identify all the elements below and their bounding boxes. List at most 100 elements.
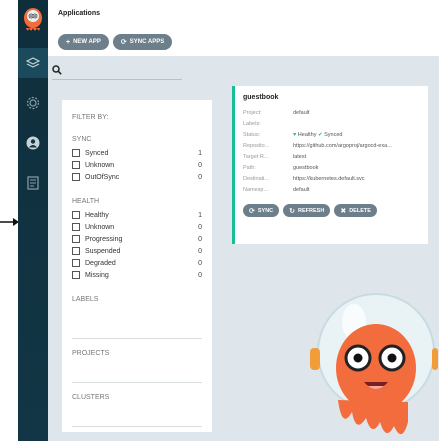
field-value: guestbook bbox=[293, 165, 319, 171]
labels-filter-title: LABELS bbox=[72, 296, 99, 303]
sync-button[interactable]: ⟳ SYNC bbox=[243, 204, 280, 217]
new-app-button[interactable]: + NEW APP bbox=[58, 34, 109, 50]
refresh-label: REFRESH bbox=[298, 207, 325, 214]
checkbox[interactable] bbox=[72, 173, 80, 181]
checkbox[interactable] bbox=[72, 211, 80, 219]
new-app-label: NEW APP bbox=[73, 39, 101, 45]
argo-mascot-illustration bbox=[310, 293, 438, 435]
checkbox[interactable] bbox=[72, 247, 80, 255]
labels-filter-input[interactable] bbox=[72, 338, 202, 339]
sync-status: Synced bbox=[324, 132, 343, 138]
filter-label: Synced bbox=[85, 149, 109, 157]
field-key: Namesp... bbox=[243, 187, 269, 193]
filter-sync-synced[interactable]: Synced 1 bbox=[72, 148, 202, 158]
filter-label: OutOfSync bbox=[85, 173, 120, 181]
filter-label: Degraded bbox=[85, 259, 116, 267]
field-key: Destinati... bbox=[243, 176, 269, 182]
health-filter-title: HEALTH bbox=[72, 198, 100, 205]
filter-count: 0 bbox=[198, 235, 202, 243]
checkbox[interactable] bbox=[72, 259, 80, 267]
app-actions: ⟳ SYNC ↻ REFRESH ✖ DELETE bbox=[243, 204, 377, 217]
filter-panel: FILTER BY: SYNC Synced 1 Unknown 0 OutOf… bbox=[62, 100, 212, 432]
search-bar[interactable] bbox=[48, 56, 439, 82]
filter-health-progressing[interactable]: Progressing 0 bbox=[72, 234, 202, 244]
plus-icon: + bbox=[66, 38, 71, 46]
filter-count: 1 bbox=[198, 149, 202, 157]
checkbox[interactable] bbox=[72, 223, 80, 231]
checkbox[interactable] bbox=[72, 149, 80, 157]
heart-icon: ♥ bbox=[293, 132, 297, 138]
checkbox[interactable] bbox=[72, 235, 80, 243]
page-title: Applications bbox=[58, 10, 101, 17]
user-icon bbox=[26, 136, 40, 150]
filter-health-unknown[interactable]: Unknown 0 bbox=[72, 222, 202, 232]
field-value: https://kubernetes.default.svc bbox=[293, 176, 365, 182]
filter-health-suspended[interactable]: Suspended 0 bbox=[72, 246, 202, 256]
main-content: FILTER BY: SYNC Synced 1 Unknown 0 OutOf… bbox=[48, 56, 439, 441]
clusters-filter-input[interactable] bbox=[72, 426, 202, 427]
search-underline bbox=[52, 79, 182, 80]
app-field-status: Status: ♥ Healthy ✔ Synced bbox=[243, 132, 425, 142]
app-field-project: Project: default bbox=[243, 110, 425, 120]
filter-count: 0 bbox=[198, 161, 202, 169]
app-field-namespace: Namesp... default bbox=[243, 187, 425, 197]
app-name: guestbook bbox=[243, 94, 279, 101]
filter-count: 0 bbox=[198, 173, 202, 181]
filter-label: Unknown bbox=[85, 161, 115, 169]
nav-item-user-info[interactable] bbox=[18, 128, 48, 158]
toolbar: + NEW APP ⟳ SYNC APPS bbox=[58, 34, 173, 50]
field-value: default bbox=[293, 110, 310, 116]
filter-count: 0 bbox=[198, 247, 202, 255]
filter-heading: FILTER BY: bbox=[72, 114, 109, 121]
checkbox[interactable] bbox=[72, 161, 80, 169]
checkbox[interactable] bbox=[72, 271, 80, 279]
filter-health-degraded[interactable]: Degraded 0 bbox=[72, 258, 202, 268]
app-field-path: Path: guestbook bbox=[243, 165, 425, 175]
nav-item-applications[interactable] bbox=[18, 48, 48, 78]
search-icon bbox=[52, 65, 62, 75]
projects-filter-title: PROJECTS bbox=[72, 350, 110, 357]
projects-filter-input[interactable] bbox=[72, 382, 202, 383]
field-key: Reposito... bbox=[243, 143, 270, 149]
app-field-labels: Labels: bbox=[243, 121, 425, 131]
field-value bbox=[293, 121, 425, 131]
delete-button[interactable]: ✖ DELETE bbox=[334, 204, 377, 217]
nav-item-settings[interactable] bbox=[18, 88, 48, 118]
sync-icon: ⟳ bbox=[120, 39, 127, 46]
refresh-icon: ↻ bbox=[289, 207, 296, 215]
filter-health-missing[interactable]: Missing 0 bbox=[72, 270, 202, 280]
sync-icon: ⟳ bbox=[249, 207, 255, 215]
filter-health-healthy[interactable]: Healthy 1 bbox=[72, 210, 202, 220]
filter-count: 1 bbox=[198, 211, 202, 219]
filter-label: Unknown bbox=[85, 223, 115, 231]
filter-label: Missing bbox=[85, 271, 109, 279]
sync-label: SYNC bbox=[257, 207, 274, 214]
clusters-filter-title: CLUSTERS bbox=[72, 394, 110, 401]
field-key: Project: bbox=[243, 110, 262, 116]
sync-apps-label: SYNC APPS bbox=[129, 39, 165, 45]
filter-count: 0 bbox=[198, 223, 202, 231]
sync-apps-button[interactable]: ⟳ SYNC APPS bbox=[112, 34, 173, 50]
argo-logo-icon[interactable] bbox=[20, 4, 46, 36]
filter-sync-unknown[interactable]: Unknown 0 bbox=[72, 160, 202, 170]
nav-sidebar bbox=[18, 0, 48, 441]
status-value: ♥ Healthy ✔ Synced bbox=[293, 132, 425, 142]
page-header: Applications + NEW APP ⟳ SYNC APPS bbox=[48, 0, 439, 56]
layers-icon bbox=[26, 57, 40, 68]
refresh-button[interactable]: ↻ REFRESH bbox=[283, 204, 331, 217]
docs-icon bbox=[27, 176, 39, 190]
app-field-destination: Destinati... https://kubernetes.default.… bbox=[243, 176, 425, 186]
check-circle-icon: ✔ bbox=[317, 132, 323, 138]
delete-label: DELETE bbox=[349, 207, 371, 214]
nav-item-docs[interactable] bbox=[18, 168, 48, 198]
filter-label: Progressing bbox=[85, 235, 123, 243]
filter-sync-outofsync[interactable]: OutOfSync 0 bbox=[72, 172, 202, 182]
filter-count: 0 bbox=[198, 271, 202, 279]
health-status: Healthy bbox=[297, 132, 317, 138]
sync-filter-title: SYNC bbox=[72, 136, 92, 143]
field-value: latest bbox=[293, 154, 307, 160]
field-key: Path: bbox=[243, 165, 256, 171]
filter-label: Healthy bbox=[85, 211, 109, 219]
app-card-guestbook[interactable]: guestbook Project: default Labels: Statu… bbox=[232, 86, 428, 244]
filter-label: Suspended bbox=[85, 247, 121, 255]
